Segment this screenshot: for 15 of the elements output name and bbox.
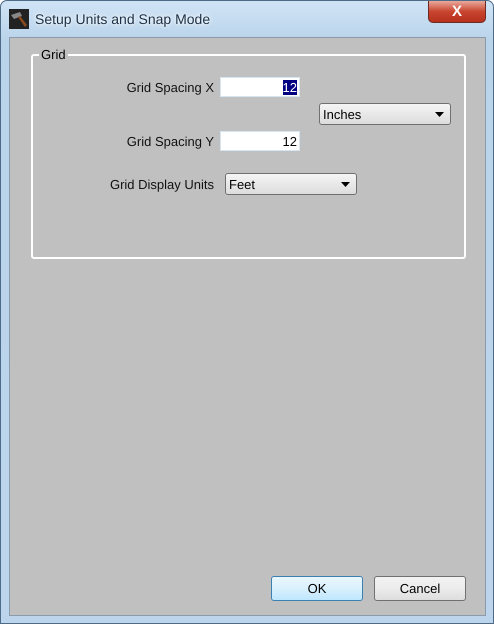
dropdown[interactable]: Feet — [225, 173, 357, 195]
hammer-icon — [9, 9, 29, 29]
close-button[interactable]: X — [428, 1, 486, 23]
cancel-button[interactable]: Cancel — [374, 576, 466, 601]
window-title: Setup Units and Snap Mode — [35, 11, 210, 27]
field-label: Grid Spacing Y — [126, 134, 214, 148]
ok-button[interactable]: OK — [271, 576, 363, 601]
caret-icon — [341, 182, 350, 186]
group-title: Grid — [39, 47, 68, 62]
input-field[interactable]: 12 — [220, 131, 300, 151]
dropdown[interactable]: Inches — [319, 103, 451, 125]
caret-icon — [435, 112, 444, 116]
field-label: Grid Spacing X — [126, 80, 214, 94]
input-field[interactable]: 12 — [220, 77, 300, 97]
field-label: Grid Display Units — [108, 176, 214, 192]
